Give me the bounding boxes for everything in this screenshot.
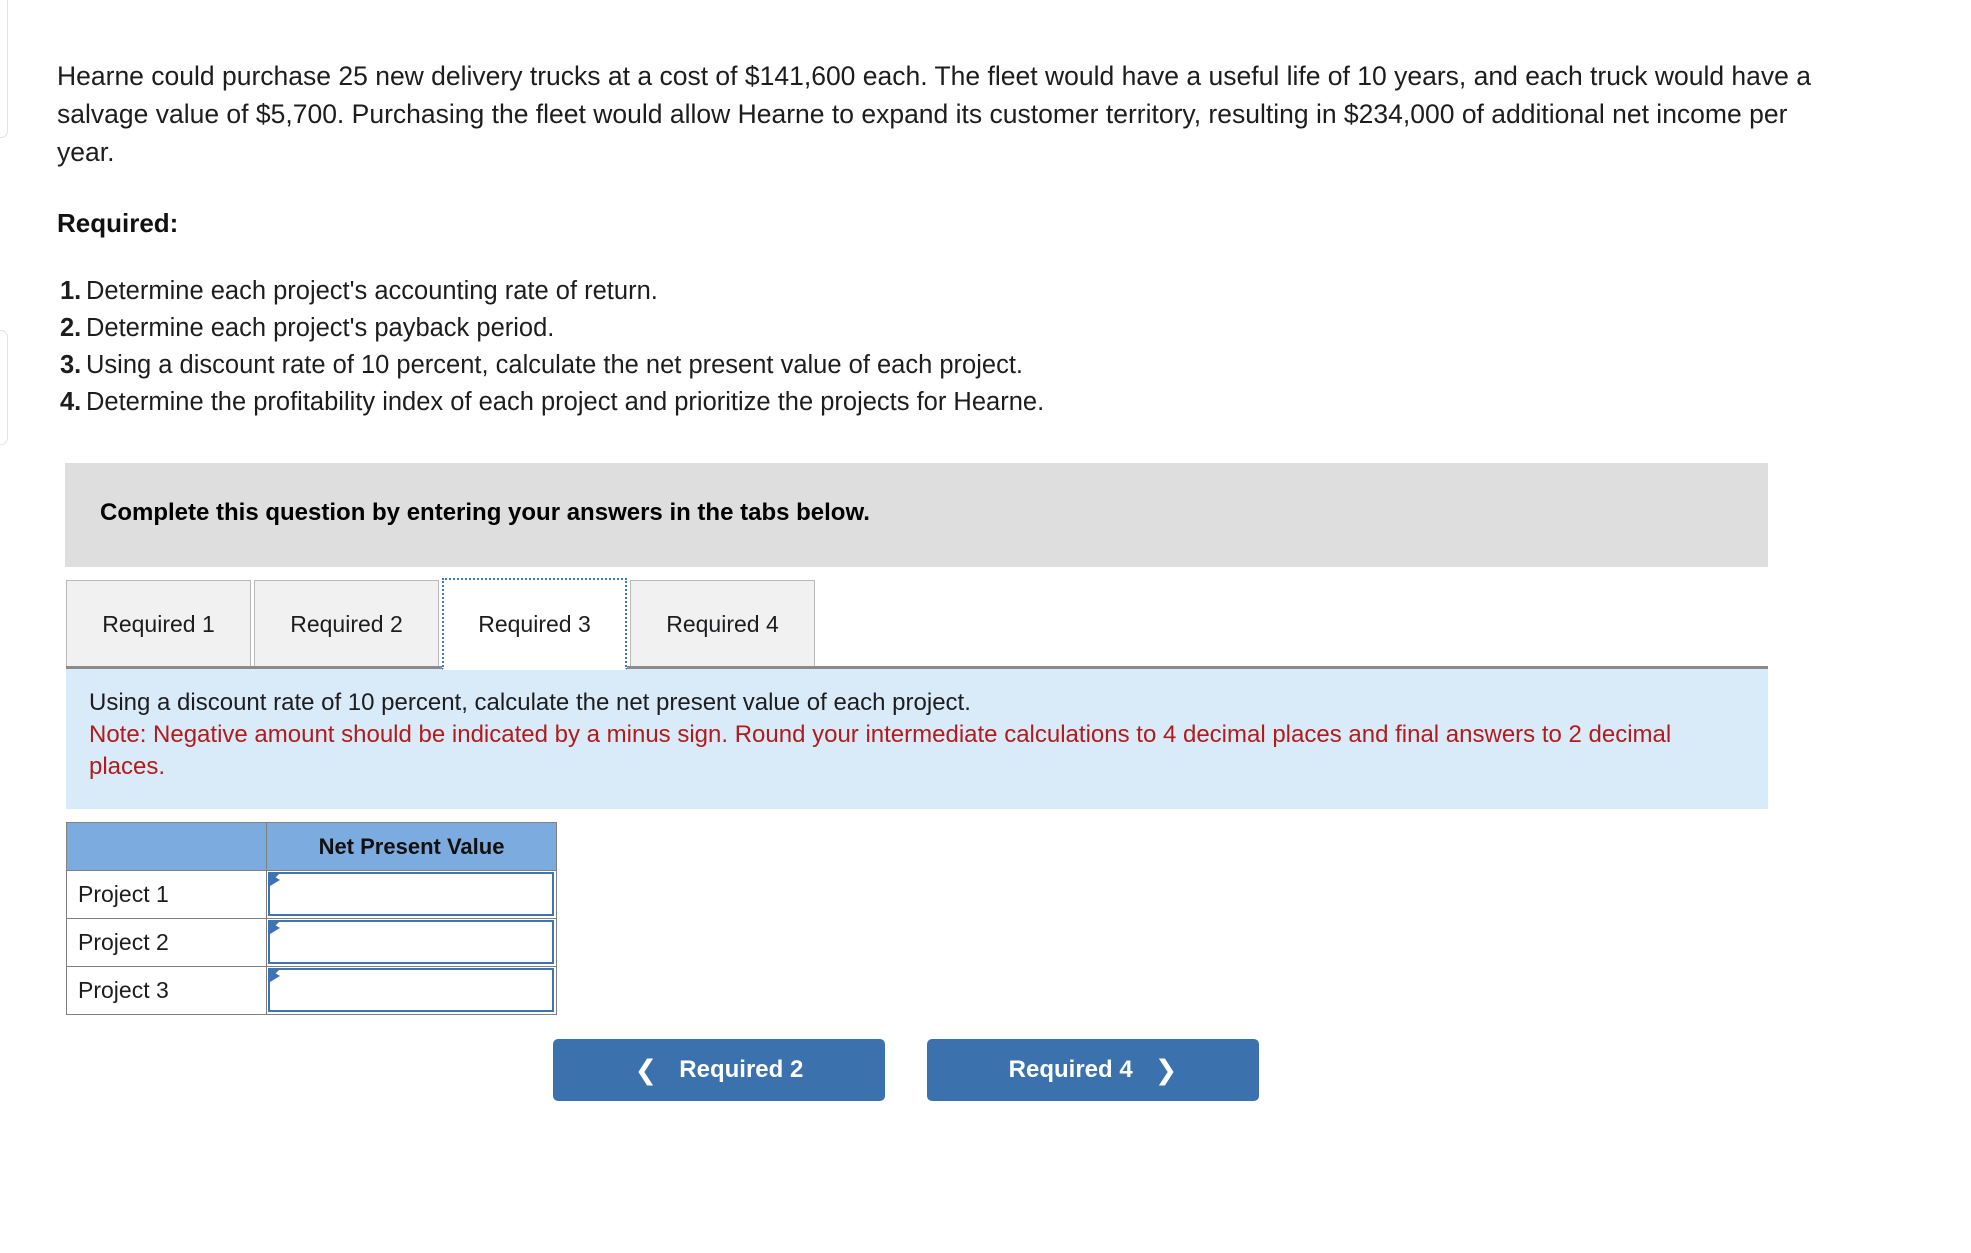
required-item-3-number: 3. — [60, 351, 82, 379]
required-item-2-text: Determine each project's payback period. — [86, 314, 555, 342]
table-row: Project 3 — [66, 966, 557, 1015]
required-item-1-text: Determine each project's accounting rate… — [86, 277, 658, 305]
required-item-3: 3. Using a discount rate of 10 percent, c… — [60, 347, 1560, 384]
tab-required-3-label: Required 3 — [478, 610, 591, 637]
tab-required-1[interactable]: Required 1 — [66, 580, 251, 668]
table-row: Project 1 — [66, 870, 557, 919]
task-instruction-note: Note: Negative amount should be indicate… — [89, 721, 1672, 780]
table-row: Project 2 — [66, 918, 557, 967]
instruction-banner-text: Complete this question by entering your … — [100, 499, 870, 526]
required-heading: Required: — [57, 208, 179, 238]
navigation-buttons: ❮ Required 2 Required 4 ❯ — [553, 1039, 1259, 1101]
required-item-4-number: 4. — [60, 388, 82, 416]
table-header-net-present-value: Net Present Value — [266, 822, 557, 871]
instruction-banner: Complete this question by entering your … — [65, 463, 1768, 567]
required-item-4: 4. Determine the profitability index of e… — [60, 384, 1560, 421]
left-edge-panel-stub-bottom — [0, 330, 8, 445]
input-project-3-npv[interactable] — [268, 968, 554, 1012]
task-instruction-text: Using a discount rate of 10 percent, cal… — [89, 689, 971, 716]
required-item-1-number: 1. — [60, 277, 82, 305]
net-present-value-table: Net Present Value Project 1 Project 2 Pr… — [66, 822, 557, 1015]
problem-statement: Hearne could purchase 25 new delivery tr… — [57, 61, 1811, 167]
row-label-project-1: Project 1 — [66, 870, 267, 919]
next-required-4-label: Required 4 — [1008, 1056, 1133, 1083]
table-header-blank — [66, 822, 267, 871]
input-project-1-npv[interactable] — [268, 872, 554, 916]
table-header-row: Net Present Value — [66, 822, 557, 871]
previous-required-2-label: Required 2 — [679, 1056, 804, 1083]
required-item-2: 2. Determine each project's payback perio… — [60, 310, 1560, 347]
task-instruction-panel: Using a discount rate of 10 percent, cal… — [66, 669, 1768, 809]
left-edge-panel-stub-top — [0, 0, 8, 138]
cell-project-1-npv[interactable] — [266, 870, 557, 919]
required-item-1: 1. Determine each project's accounting ra… — [60, 273, 1560, 310]
tab-required-1-label: Required 1 — [102, 611, 215, 637]
input-project-2-npv[interactable] — [268, 920, 554, 964]
next-required-4-button[interactable]: Required 4 ❯ — [927, 1039, 1259, 1101]
tab-required-2[interactable]: Required 2 — [254, 580, 439, 668]
required-item-3-text: Using a discount rate of 10 percent, cal… — [86, 351, 1023, 379]
chevron-left-icon: ❮ — [634, 1054, 658, 1085]
required-item-4-text: Determine the profitability index of eac… — [86, 388, 1045, 416]
tab-required-4[interactable]: Required 4 — [630, 580, 815, 668]
previous-required-2-button[interactable]: ❮ Required 2 — [553, 1039, 885, 1101]
row-label-project-2: Project 2 — [66, 918, 267, 967]
tab-bar: Required 1 Required 2 Required 3 Require… — [66, 578, 818, 670]
row-label-project-3: Project 3 — [66, 966, 267, 1015]
tab-required-3[interactable]: Required 3 — [442, 578, 627, 670]
cell-project-2-npv[interactable] — [266, 918, 557, 967]
required-item-2-number: 2. — [60, 314, 82, 342]
tab-required-4-label: Required 4 — [666, 611, 779, 637]
chevron-right-icon: ❯ — [1154, 1054, 1178, 1085]
tab-required-2-label: Required 2 — [290, 611, 403, 637]
required-list: 1. Determine each project's accounting ra… — [60, 273, 1560, 421]
cell-project-3-npv[interactable] — [266, 966, 557, 1015]
